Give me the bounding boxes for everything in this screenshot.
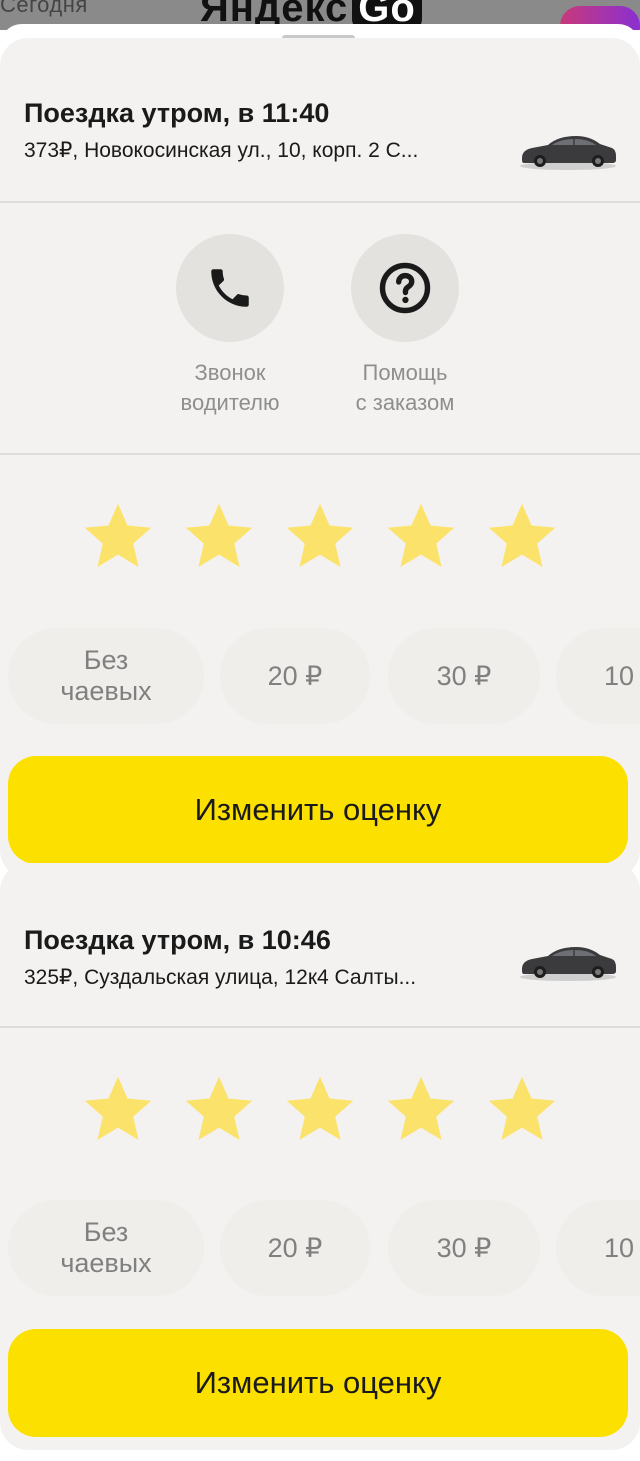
change-rating-button[interactable]: Изменить оценку (8, 756, 628, 864)
tip-option-20[interactable]: 20 ₽ (220, 1200, 370, 1296)
tip-option-30[interactable]: 30 ₽ (388, 628, 540, 724)
help-icon (379, 262, 431, 314)
star-icon[interactable] (383, 1071, 459, 1147)
car-icon (520, 136, 616, 170)
tips-selector: Без чаевых 20 ₽ 30 ₽ 10 (0, 628, 640, 724)
trip-header[interactable]: Поездка утром, в 11:40 373₽, Новокосинск… (0, 38, 640, 178)
call-driver-label-line2: водителю (180, 390, 280, 415)
order-help-label-line2: с заказом (355, 390, 455, 415)
star-icon[interactable] (484, 498, 560, 574)
star-icon[interactable] (484, 1071, 560, 1147)
trip-card: Поездка утром, в 11:40 373₽, Новокосинск… (0, 38, 640, 878)
trip-title: Поездка утром, в 10:46 (24, 925, 331, 955)
rating-stars (80, 498, 560, 578)
star-icon[interactable] (181, 1071, 257, 1147)
star-icon[interactable] (282, 498, 358, 574)
tip-option-10[interactable]: 10 (556, 628, 640, 724)
call-driver-label-line1: Звонок (194, 360, 266, 385)
call-driver-button[interactable]: Звонок водителю (150, 234, 310, 418)
tip-option-10[interactable]: 10 (556, 1200, 640, 1296)
trip-subtitle: 373₽, Новокосинская ул., 10, корп. 2 С..… (24, 139, 419, 162)
tip-option-30[interactable]: 30 ₽ (388, 1200, 540, 1296)
today-label: Сегодня (0, 0, 88, 17)
rating-stars (80, 1071, 560, 1151)
star-icon[interactable] (383, 498, 459, 574)
trip-subtitle: 325₽, Суздальская улица, 12к4 Салты... (24, 966, 417, 989)
divider (0, 201, 640, 203)
star-icon[interactable] (181, 498, 257, 574)
tip-option-none[interactable]: Без чаевых (8, 628, 204, 724)
order-help-label-line1: Помощь (362, 360, 448, 385)
star-icon[interactable] (282, 1071, 358, 1147)
car-icon (520, 947, 616, 981)
star-icon[interactable] (80, 498, 156, 574)
phone-icon (211, 269, 249, 307)
change-rating-button[interactable]: Изменить оценку (8, 1329, 628, 1437)
trip-title: Поездка утром, в 11:40 (24, 98, 330, 128)
tips-selector: Без чаевых 20 ₽ 30 ₽ 10 (0, 1200, 640, 1296)
divider (0, 1026, 640, 1028)
order-help-button[interactable]: Помощь с заказом (325, 234, 485, 418)
divider (0, 453, 640, 455)
star-icon[interactable] (80, 1071, 156, 1147)
tip-option-20[interactable]: 20 ₽ (220, 628, 370, 724)
tip-option-none[interactable]: Без чаевых (8, 1200, 204, 1296)
trip-header[interactable]: Поездка утром, в 10:46 325₽, Суздальская… (0, 863, 640, 1003)
trip-card: Поездка утром, в 10:46 325₽, Суздальская… (0, 863, 640, 1450)
